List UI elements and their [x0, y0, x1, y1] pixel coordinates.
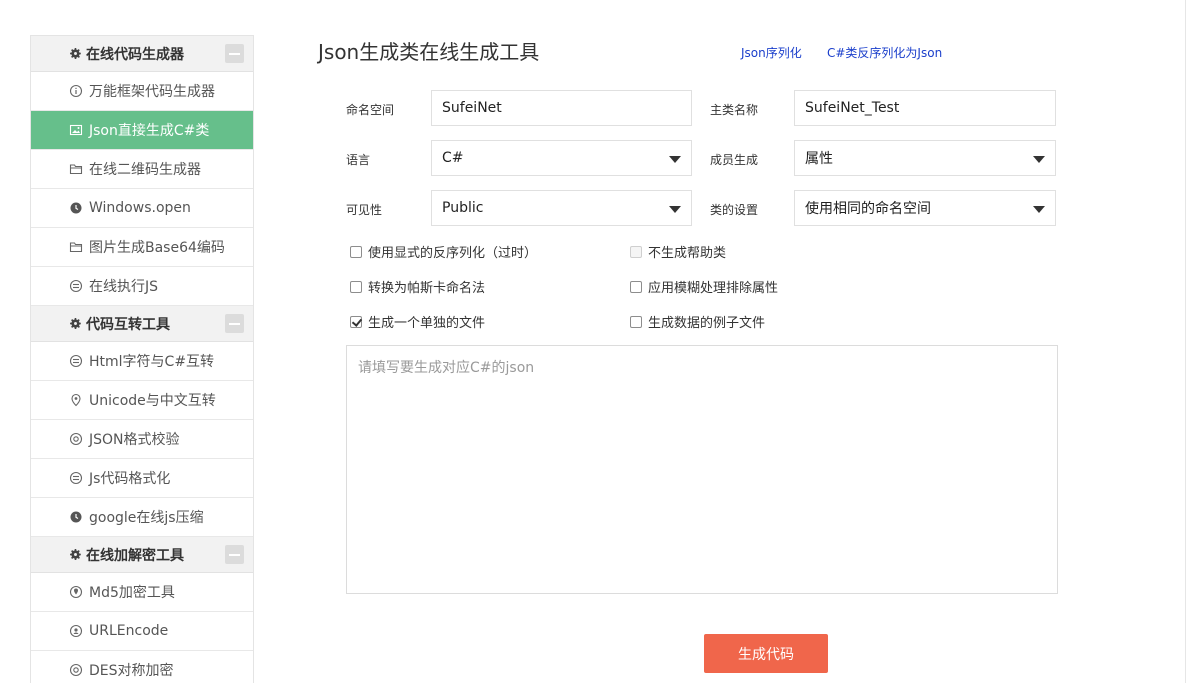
sidebar-item-json-validate[interactable]: JSON格式校验 — [31, 420, 253, 459]
sidebar-item-image-base64[interactable]: 图片生成Base64编码 — [31, 228, 253, 267]
member-select[interactable]: 属性 — [794, 140, 1056, 176]
section-title: 代码互转工具 — [86, 316, 170, 333]
sidebar-item-label: DES对称加密 — [89, 663, 174, 679]
visibility-select[interactable]: Public — [431, 190, 692, 226]
option-label: 应用模糊处理排除属性 — [648, 281, 779, 296]
sidebar-item-google-js-compress[interactable]: google在线js压缩 — [31, 498, 253, 537]
option-label: 使用显式的反序列化（过时） — [368, 246, 538, 261]
checkbox[interactable] — [350, 280, 362, 293]
sidebar-item-unicode-chinese[interactable]: Unicode与中文互转 — [31, 381, 253, 420]
pascal-case-option[interactable]: 转换为帕斯卡命名法 — [350, 277, 485, 296]
vertical-scrollbar[interactable] — [1185, 0, 1195, 683]
collapse-icon[interactable] — [225, 545, 244, 564]
sidebar-item-run-js[interactable]: 在线执行JS — [31, 267, 253, 306]
info-circle-icon — [69, 84, 83, 98]
fuzzy-exclude-option[interactable]: 应用模糊处理排除属性 — [630, 277, 778, 296]
namespace-label: 命名空间 — [346, 103, 395, 117]
sidebar-item-label: JSON格式校验 — [89, 432, 180, 448]
sidebar-item-label: 在线执行JS — [89, 279, 159, 295]
member-label: 成员生成 — [710, 153, 759, 167]
sidebar-item-md5[interactable]: Md5加密工具 — [31, 573, 253, 612]
member-value: 属性 — [805, 151, 833, 167]
section-title: 在线代码生成器 — [86, 46, 184, 63]
checkbox[interactable] — [630, 245, 642, 258]
sidebar-item-label: 在线二维码生成器 — [89, 162, 201, 178]
image-icon — [69, 124, 83, 136]
section-title: 在线加解密工具 — [86, 547, 184, 564]
option-label: 生成数据的例子文件 — [648, 316, 766, 331]
section-header-encrypt-tools[interactable]: 在线加解密工具 — [31, 537, 253, 573]
generate-code-button[interactable]: 生成代码 — [704, 634, 828, 673]
sidebar-item-json-to-csharp[interactable]: Json直接生成C#类 — [31, 111, 253, 150]
sidebar-item-js-format[interactable]: Js代码格式化 — [31, 459, 253, 498]
folder-icon — [69, 242, 83, 253]
sidebar-item-label: Unicode与中文互转 — [89, 393, 216, 409]
sidebar-item-des-encrypt[interactable]: DES对称加密 — [31, 651, 253, 683]
clock-icon — [70, 202, 82, 214]
classsetting-value: 使用相同的命名空间 — [805, 201, 931, 217]
sidebar-item-label: 图片生成Base64编码 — [89, 240, 225, 256]
sidebar-item-html-csharp[interactable]: Html字符与C#互转 — [31, 342, 253, 381]
sidebar-item-label: Windows.open — [89, 200, 191, 216]
dropdown-caret-icon — [1033, 206, 1045, 213]
clock-icon — [70, 511, 82, 523]
json-input[interactable] — [346, 345, 1058, 594]
sidebar-item-label: google在线js压缩 — [89, 510, 204, 526]
circle-letter-icon — [69, 624, 83, 638]
circle-letter-icon — [69, 663, 83, 677]
collapse-icon[interactable] — [225, 314, 244, 333]
circle-letter-icon — [69, 432, 83, 446]
language-label: 语言 — [346, 153, 371, 167]
dropdown-caret-icon — [1033, 156, 1045, 163]
namespace-input[interactable] — [431, 90, 692, 126]
mainclass-label: 主类名称 — [710, 103, 759, 117]
sidebar: 在线代码生成器 万能框架代码生成器 Json直接生成C#类 在线二维码生成器 W… — [30, 35, 254, 683]
checkbox[interactable] — [630, 280, 642, 293]
classsetting-select[interactable]: 使用相同的命名空间 — [794, 190, 1056, 226]
page-title: Json生成类在线生成工具 — [318, 40, 540, 64]
json-serialize-link[interactable]: Json序列化 — [741, 44, 802, 61]
sidebar-item-label: Js代码格式化 — [89, 471, 171, 487]
gear-icon — [70, 549, 81, 560]
language-select[interactable]: C# — [431, 140, 692, 176]
sidebar-item-label: Json直接生成C#类 — [89, 123, 210, 139]
visibility-label: 可见性 — [346, 203, 383, 217]
classsetting-label: 类的设置 — [710, 203, 759, 217]
checkbox[interactable] — [350, 245, 362, 258]
sidebar-item-label: URLEncode — [89, 623, 169, 639]
section-header-code-generators[interactable]: 在线代码生成器 — [31, 36, 253, 72]
location-pin-icon — [69, 585, 83, 599]
gear-icon — [70, 48, 81, 59]
checkbox[interactable] — [630, 315, 642, 328]
location-pin-icon — [71, 393, 81, 407]
sidebar-item-windows-open[interactable]: Windows.open — [31, 189, 253, 228]
explicit-deserialize-option[interactable]: 使用显式的反序列化（过时） — [350, 242, 537, 261]
option-label: 生成一个单独的文件 — [368, 316, 486, 331]
language-value: C# — [442, 150, 464, 166]
dropdown-caret-icon — [669, 156, 681, 163]
option-label: 不生成帮助类 — [648, 246, 727, 261]
section-header-code-convert[interactable]: 代码互转工具 — [31, 306, 253, 342]
circle-lines-icon — [69, 471, 83, 485]
circle-lines-icon — [69, 279, 83, 293]
dropdown-caret-icon — [669, 206, 681, 213]
option-label: 转换为帕斯卡命名法 — [368, 281, 486, 296]
collapse-icon[interactable] — [225, 44, 244, 63]
sidebar-item-qrcode-generator[interactable]: 在线二维码生成器 — [31, 150, 253, 189]
gear-icon — [70, 318, 81, 329]
sidebar-item-framework-generator[interactable]: 万能框架代码生成器 — [31, 72, 253, 111]
single-file-option[interactable]: 生成一个单独的文件 — [350, 312, 485, 331]
no-helper-option[interactable]: 不生成帮助类 — [630, 242, 726, 261]
circle-lines-icon — [69, 354, 83, 368]
mainclass-input[interactable] — [794, 90, 1056, 126]
sidebar-item-urlencode[interactable]: URLEncode — [31, 612, 253, 651]
csharp-deserialize-link[interactable]: C#类反序列化为Json — [827, 44, 942, 61]
sidebar-item-label: Md5加密工具 — [89, 585, 175, 601]
checkbox[interactable] — [350, 315, 362, 328]
sidebar-item-label: Html字符与C#互转 — [89, 354, 215, 370]
sidebar-item-label: 万能框架代码生成器 — [89, 84, 215, 100]
folder-icon — [69, 164, 83, 175]
sample-file-option[interactable]: 生成数据的例子文件 — [630, 312, 765, 331]
visibility-value: Public — [442, 200, 484, 216]
